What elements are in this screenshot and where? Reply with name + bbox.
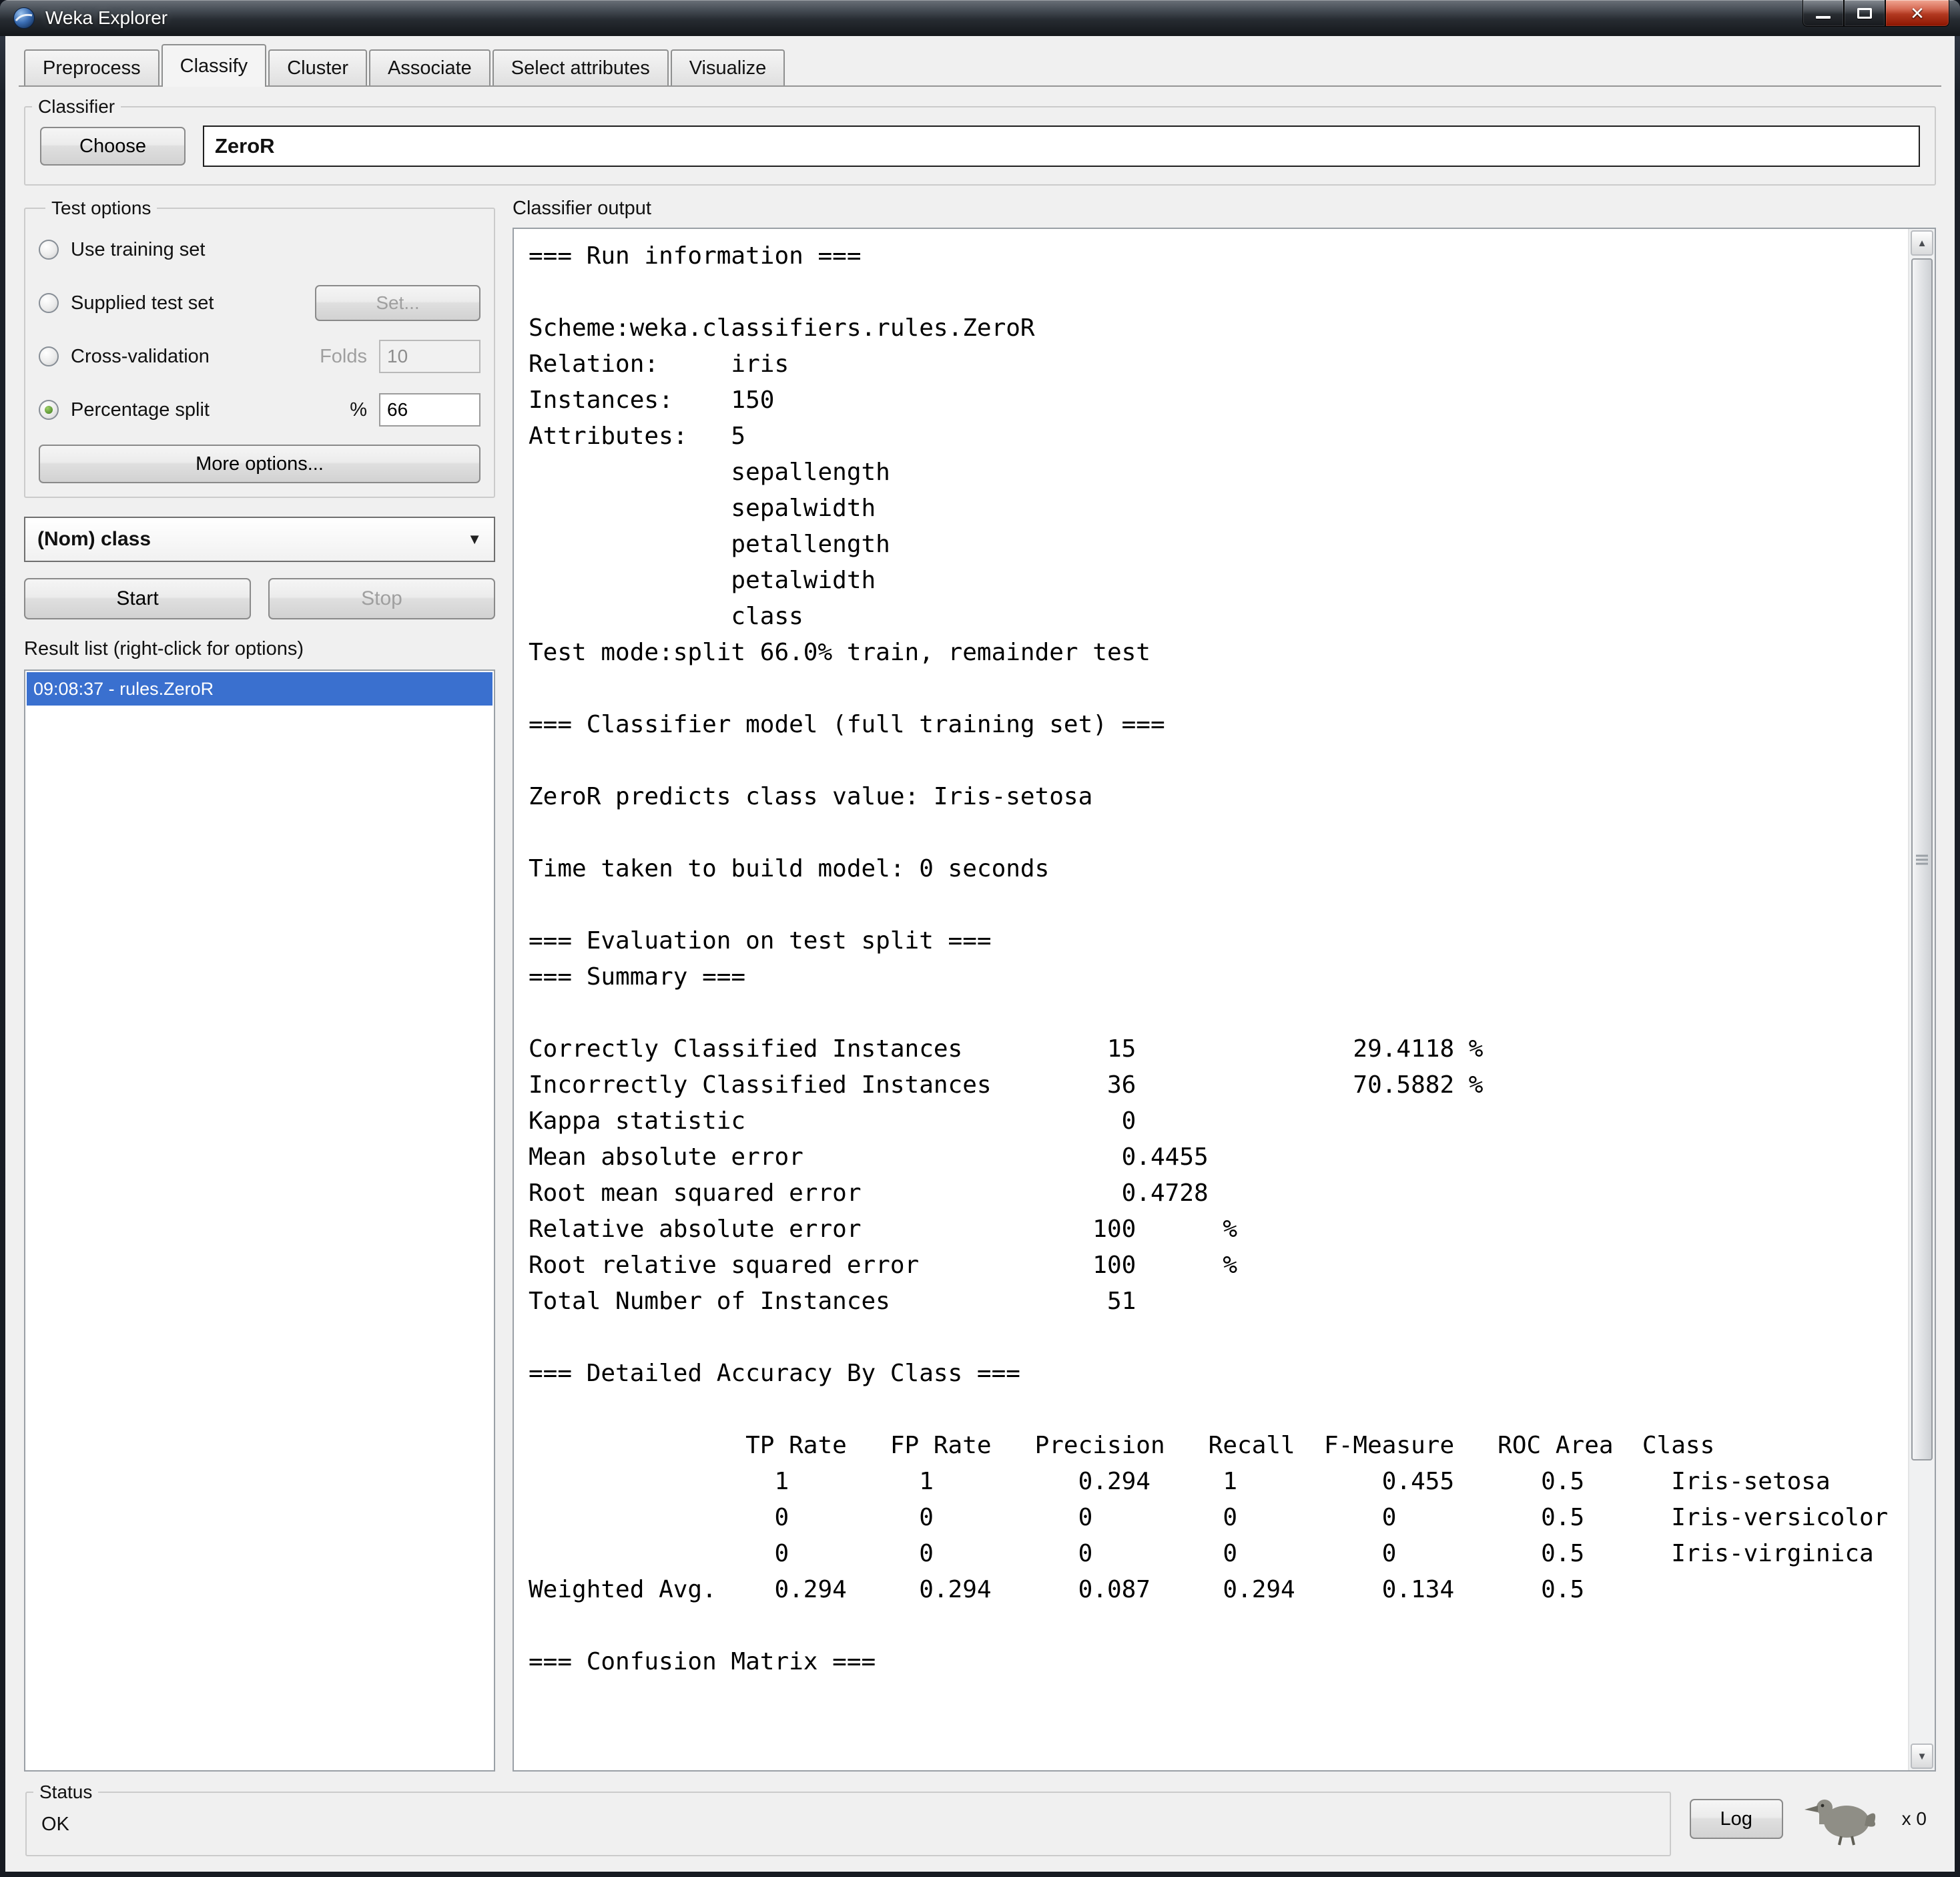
process-counter: x 0 [1902, 1808, 1927, 1830]
cross-validation-label: Cross-validation [71, 346, 210, 368]
supplied-test-set-option[interactable]: Supplied test set Set... [39, 276, 480, 330]
classifier-group: Classifier Choose ZeroR [24, 96, 1936, 186]
tab-preprocess-label: Preprocess [43, 57, 141, 79]
tab-select-attributes-label: Select attributes [511, 57, 650, 79]
more-options-button[interactable]: More options... [39, 445, 480, 483]
folds-label: Folds [320, 346, 367, 368]
percentage-split-label: Percentage split [71, 399, 210, 421]
start-button[interactable]: Start [24, 578, 251, 619]
tab-visualize-label: Visualize [689, 57, 767, 79]
classifier-output-label: Classifier output [513, 198, 1936, 220]
action-buttons: Start Stop [24, 578, 495, 619]
weka-app-icon [12, 6, 36, 30]
classifier-output-text: === Run information === Scheme:weka.clas… [529, 238, 1888, 1761]
left-column: Test options Use training set Supplied t… [24, 198, 495, 1772]
use-training-set-label: Use training set [71, 239, 206, 261]
supplied-test-set-label: Supplied test set [71, 292, 214, 314]
percentage-split-option[interactable]: Percentage split % [39, 383, 480, 437]
minimize-icon [1816, 16, 1831, 19]
tab-select-attributes[interactable]: Select attributes [493, 49, 669, 85]
tab-cluster-label: Cluster [287, 57, 348, 79]
status-group: Status OK [25, 1782, 1671, 1856]
choose-classifier-button[interactable]: Choose [40, 127, 186, 166]
maximize-icon [1857, 8, 1872, 19]
cross-validation-option[interactable]: Cross-validation Folds [39, 330, 480, 383]
status-bar: Status OK Log x 0 [19, 1772, 1941, 1872]
supplied-test-set-radio[interactable] [39, 293, 59, 313]
tab-classify[interactable]: Classify [161, 44, 267, 87]
percentage-split-radio[interactable] [39, 400, 59, 420]
result-list-item[interactable]: 09:08:37 - rules.ZeroR [27, 672, 493, 706]
title-bar[interactable]: Weka Explorer ✕ [0, 0, 1960, 36]
use-training-set-option[interactable]: Use training set [39, 223, 480, 276]
result-list: 09:08:37 - rules.ZeroR [24, 669, 495, 1772]
right-column: Classifier output === Run information ==… [513, 198, 1936, 1772]
test-options-legend: Test options [45, 198, 157, 219]
log-button[interactable]: Log [1690, 1799, 1783, 1839]
tab-preprocess[interactable]: Preprocess [24, 49, 159, 85]
class-attribute-combobox[interactable]: (Nom) class ▼ [24, 517, 495, 562]
minimize-button[interactable] [1803, 0, 1844, 27]
result-list-label: Result list (right-click for options) [24, 638, 495, 660]
weka-explorer-window: Weka Explorer ✕ Preprocess Classify Clus… [0, 0, 1960, 1877]
main-row: Test options Use training set Supplied t… [19, 186, 1941, 1772]
close-icon: ✕ [1910, 5, 1925, 22]
percent-split-input[interactable] [379, 393, 480, 427]
chevron-down-icon: ▼ [467, 531, 482, 548]
cross-validation-radio[interactable] [39, 346, 59, 366]
status-group-legend: Status [33, 1782, 98, 1803]
classifier-group-legend: Classifier [32, 96, 121, 117]
use-training-set-radio[interactable] [39, 240, 59, 260]
folds-input[interactable] [379, 340, 480, 373]
output-vertical-scrollbar[interactable]: ▲ ▼ [1908, 229, 1935, 1770]
classify-panel: Classifier Choose ZeroR Test options Use… [19, 85, 1941, 1872]
tab-associate-label: Associate [388, 57, 472, 79]
class-attribute-value: (Nom) class [37, 528, 151, 551]
status-value: OK [27, 1803, 1670, 1836]
tab-bar: Preprocess Classify Cluster Associate Se… [19, 43, 1941, 85]
percent-label: % [350, 399, 367, 421]
classifier-row: Choose ZeroR [25, 117, 1935, 184]
maximize-button[interactable] [1844, 0, 1885, 27]
tab-cluster[interactable]: Cluster [268, 49, 367, 85]
close-button[interactable]: ✕ [1885, 0, 1949, 27]
scroll-down-arrow-icon[interactable]: ▼ [1911, 1744, 1933, 1769]
set-test-set-button[interactable]: Set... [315, 285, 480, 321]
tab-associate[interactable]: Associate [369, 49, 491, 85]
tab-classify-label: Classify [180, 55, 248, 77]
scrollbar-grip-icon [1916, 854, 1928, 864]
window-controls: ✕ [1803, 0, 1949, 27]
explorer-content: Preprocess Classify Cluster Associate Se… [5, 36, 1955, 1872]
scrollbar-thumb[interactable] [1911, 258, 1933, 1460]
window-title: Weka Explorer [45, 7, 168, 29]
test-options-group: Test options Use training set Supplied t… [24, 198, 495, 498]
classifier-output-box: === Run information === Scheme:weka.clas… [513, 228, 1936, 1772]
weka-bird-icon [1802, 1792, 1883, 1846]
tab-visualize[interactable]: Visualize [671, 49, 785, 85]
scroll-up-arrow-icon[interactable]: ▲ [1911, 230, 1933, 256]
stop-button[interactable]: Stop [268, 578, 495, 619]
classifier-name-field[interactable]: ZeroR [203, 125, 1920, 167]
